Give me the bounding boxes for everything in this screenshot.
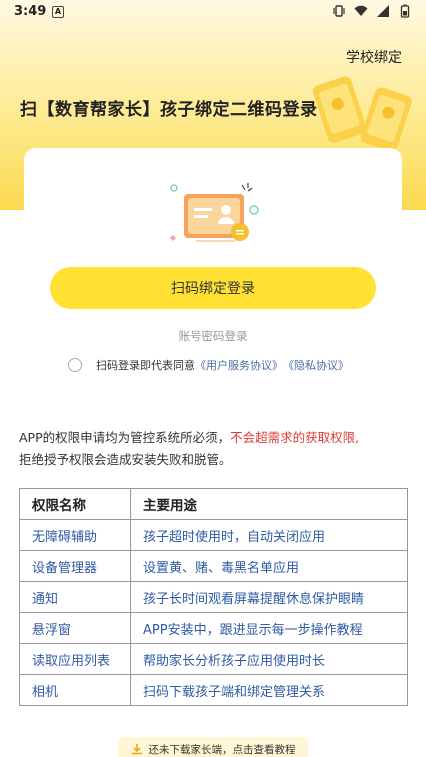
- table-header-row: 权限名称 主要用途: [19, 488, 408, 520]
- permission-name: 通知: [19, 581, 131, 613]
- privacy-agreement-link[interactable]: 《隐私协议》: [283, 357, 349, 373]
- column-header: 主要用途: [130, 488, 408, 520]
- agreement-row: 扫码登录即代表同意 《用户服务协议》 《隐私协议》: [68, 357, 349, 373]
- battery-icon: [400, 4, 410, 18]
- page-title: 扫【数育帮家长】孩子绑定二维码登录: [20, 100, 318, 120]
- wifi-icon: [354, 5, 368, 16]
- permission-name: 设备管理器: [19, 550, 131, 582]
- status-icons: [332, 4, 412, 18]
- permission-notice: APP的权限申请均为管控系统所必须，不会超需求的获取权限, 拒绝授予权限会造成安…: [19, 427, 411, 471]
- download-icon: [131, 744, 142, 755]
- account-password-login-link[interactable]: 账号密码登录: [0, 328, 426, 344]
- permission-purpose: APP安装中，跟进显示每一步操作教程: [130, 612, 408, 644]
- download-tutorial-button[interactable]: 还未下载家长端，点击查看教程: [118, 737, 308, 757]
- status-time: 3:49: [14, 4, 47, 19]
- permission-name: 无障碍辅助: [19, 519, 131, 551]
- permission-name: 悬浮窗: [19, 612, 131, 644]
- vibrate-icon: [333, 5, 345, 17]
- user-agreement-link[interactable]: 《用户服务协议》: [195, 357, 283, 373]
- phones-illustration: [312, 76, 412, 152]
- agree-radio[interactable]: [68, 358, 82, 372]
- permission-purpose: 帮助家长分析孩子应用使用时长: [130, 643, 408, 675]
- permission-purpose: 扫码下载孩子端和绑定管理关系: [130, 674, 408, 706]
- table-row: 相机 扫码下载孩子端和绑定管理关系: [19, 674, 408, 706]
- table-row: 无障碍辅助 孩子超时使用时，自动关闭应用: [19, 519, 408, 551]
- notification-icon: A: [52, 6, 64, 18]
- permission-name: 读取应用列表: [19, 643, 131, 675]
- notice-text-2: 拒绝授予权限会造成安装失败和脱管。: [19, 452, 232, 467]
- signal-icon: [377, 5, 389, 17]
- notice-text: APP的权限申请均为管控系统所必须，: [19, 430, 231, 445]
- table-row: 设备管理器 设置黄、赌、毒黑名单应用: [19, 550, 408, 582]
- download-label: 还未下载家长端，点击查看教程: [148, 743, 296, 756]
- permission-purpose: 孩子超时使用时，自动关闭应用: [130, 519, 408, 551]
- permission-purpose: 设置黄、赌、毒黑名单应用: [130, 550, 408, 582]
- agreement-text: 扫码登录即代表同意: [96, 359, 195, 372]
- table-row: 通知 孩子长时间观看屏幕提醒休息保护眼睛: [19, 581, 408, 613]
- permission-purpose: 孩子长时间观看屏幕提醒休息保护眼睛: [130, 581, 408, 613]
- status-bar: 3:49 A: [0, 0, 426, 26]
- scan-bind-login-button[interactable]: 扫码绑定登录: [50, 267, 376, 309]
- notice-highlight: 不会超需求的获取权限,: [230, 430, 360, 445]
- permissions-table: 权限名称 主要用途 无障碍辅助 孩子超时使用时，自动关闭应用 设备管理器 设置黄…: [19, 488, 408, 706]
- table-row: 读取应用列表 帮助家长分析孩子应用使用时长: [19, 643, 408, 675]
- id-card-icon: [170, 183, 259, 242]
- column-header: 权限名称: [19, 488, 131, 520]
- permission-name: 相机: [19, 674, 131, 706]
- table-row: 悬浮窗 APP安装中，跟进显示每一步操作教程: [19, 612, 408, 644]
